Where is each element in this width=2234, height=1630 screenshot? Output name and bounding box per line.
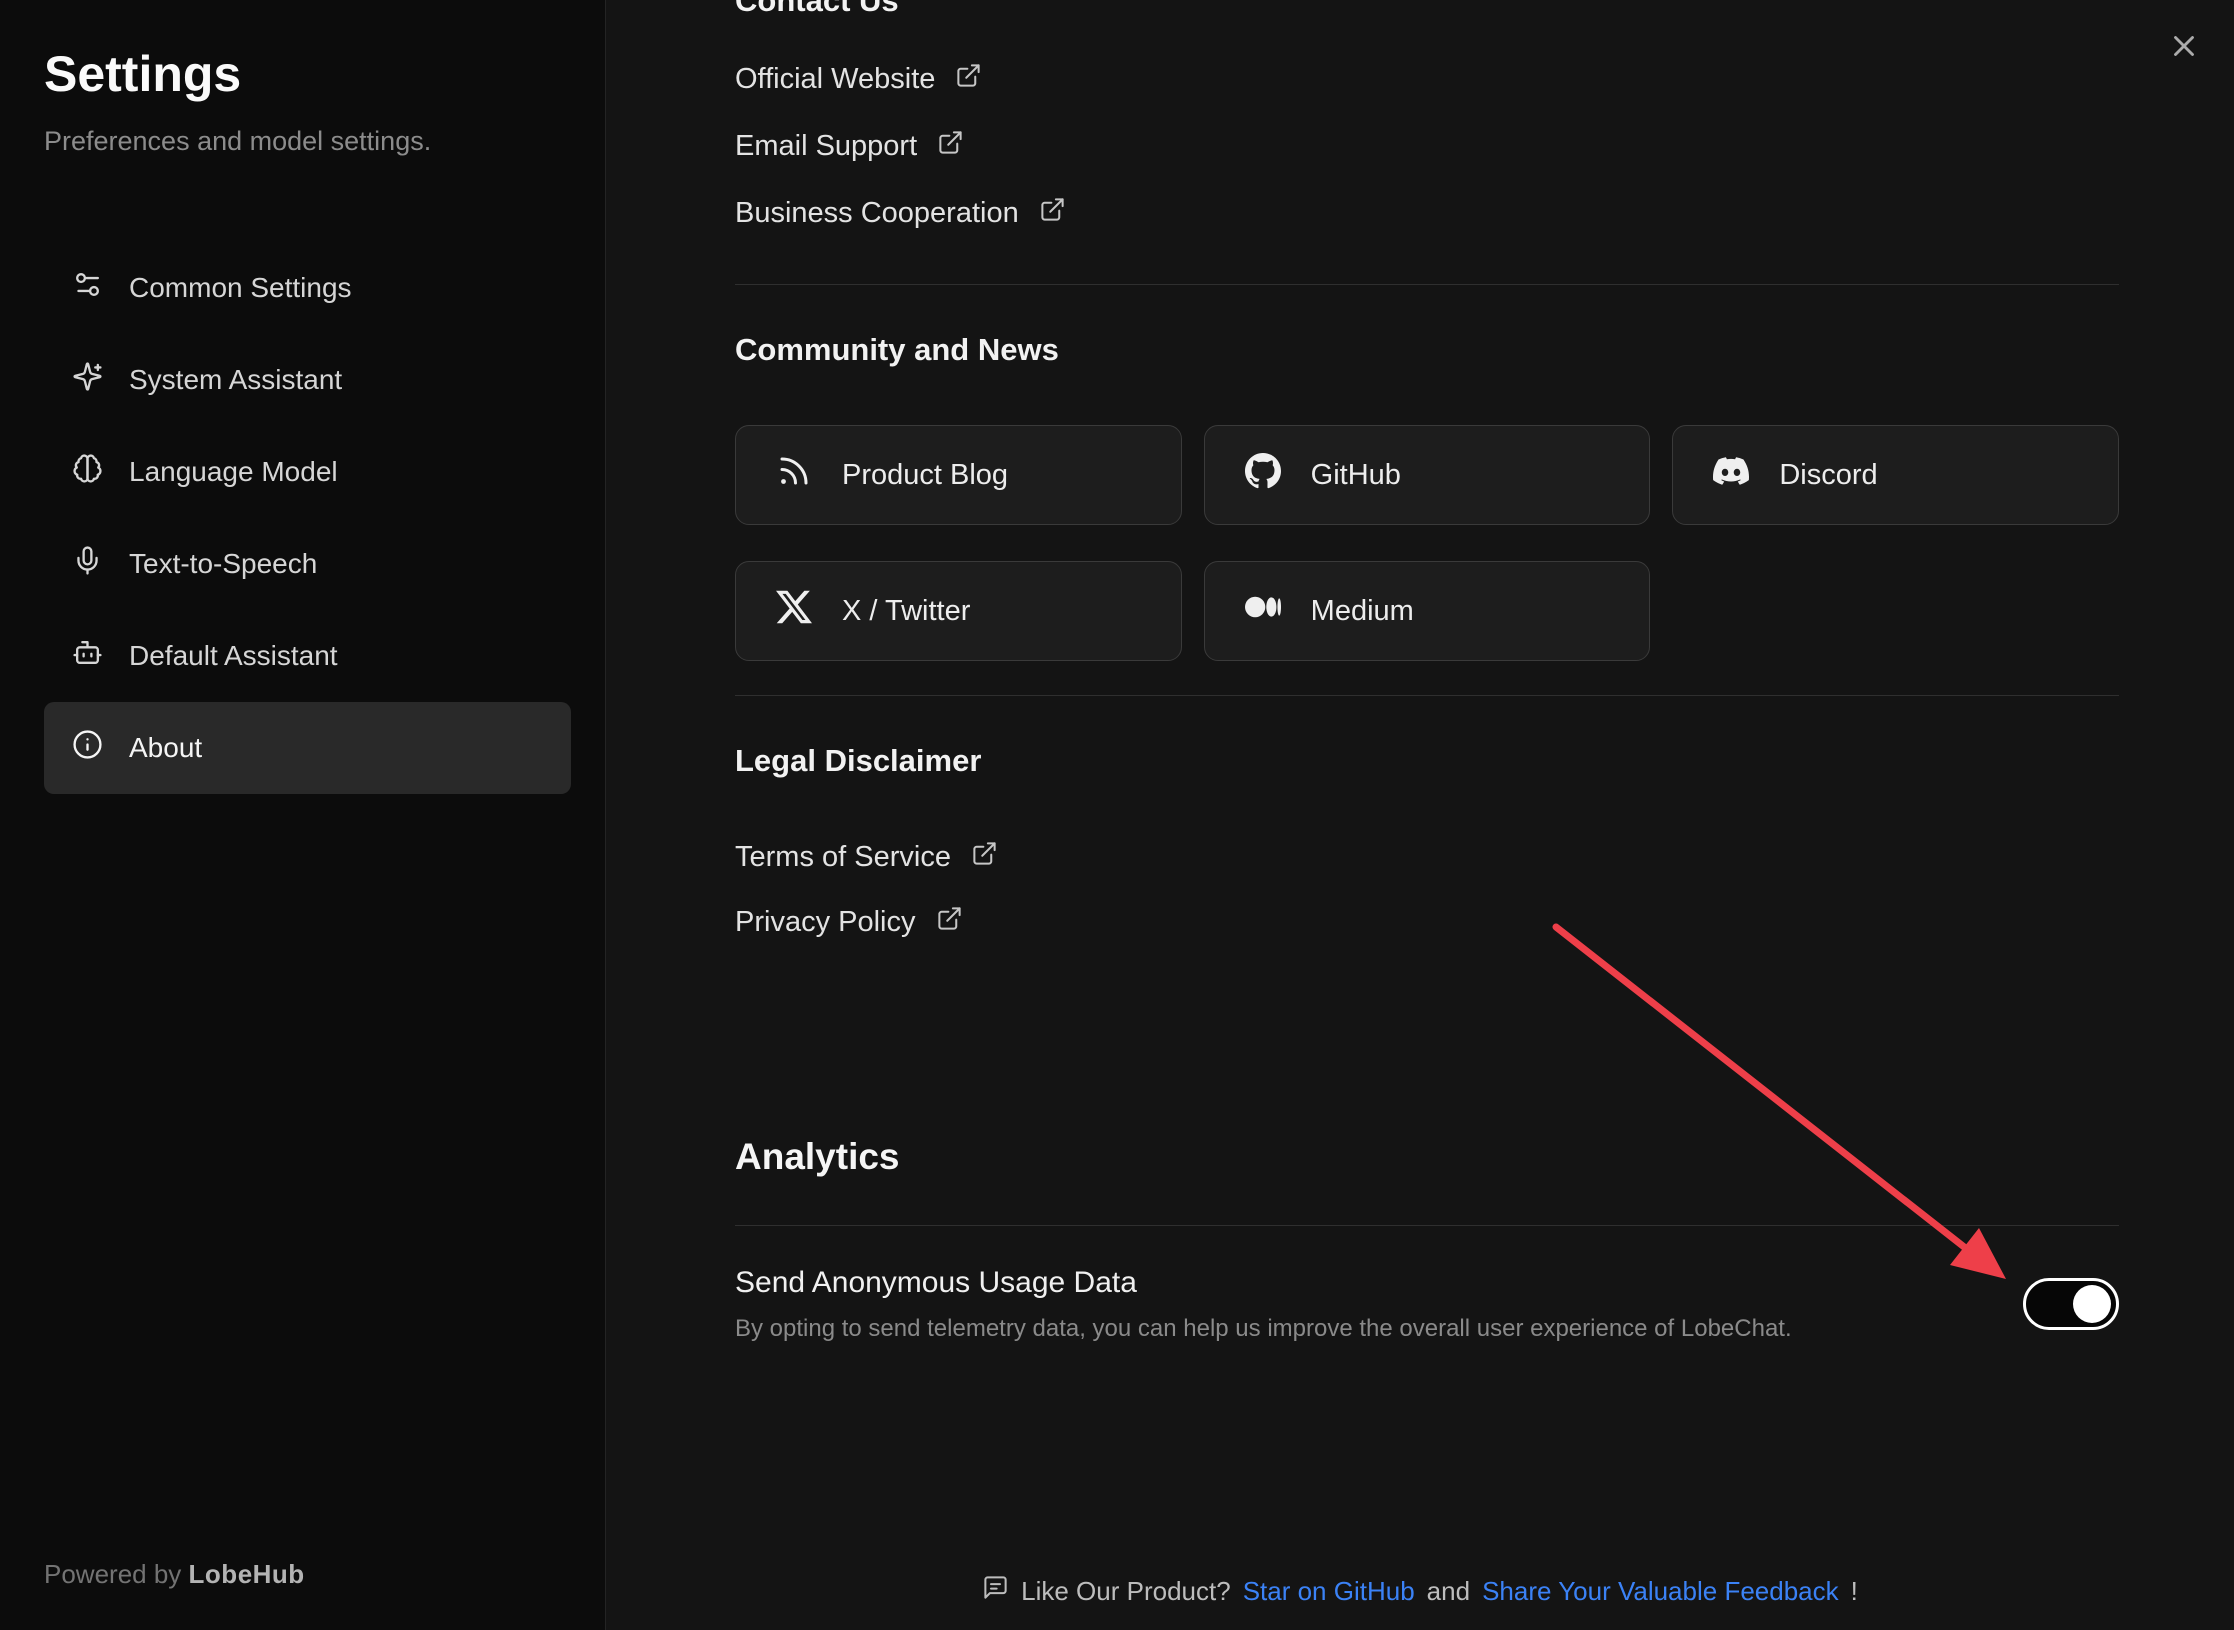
- sparkles-icon: [72, 361, 103, 399]
- link-label: Email Support: [735, 130, 917, 163]
- external-link-icon: [1039, 196, 1066, 231]
- section-divider: [735, 695, 2119, 696]
- external-link-icon: [955, 62, 982, 97]
- brain-icon: [72, 453, 103, 491]
- legal-title: Legal Disclaimer: [735, 740, 2119, 782]
- x-twitter-icon: [776, 589, 812, 633]
- sidebar-item-label: About: [129, 732, 202, 764]
- email-support-link[interactable]: Email Support: [735, 123, 2119, 169]
- github-button[interactable]: GitHub: [1204, 425, 1651, 525]
- sidebar-item-text-to-speech[interactable]: Text-to-Speech: [44, 518, 571, 610]
- sidebar-item-about[interactable]: About: [44, 702, 571, 794]
- community-title: Community and News: [735, 329, 2119, 371]
- telemetry-setting-text: Send Anonymous Usage Data By opting to s…: [735, 1264, 1792, 1344]
- message-square-icon: [982, 1574, 1009, 1608]
- toggle-knob: [2073, 1285, 2111, 1323]
- telemetry-setting-label: Send Anonymous Usage Data: [735, 1264, 1792, 1302]
- button-label: Discord: [1779, 459, 1877, 492]
- powered-by-prefix: Powered by: [44, 1559, 181, 1589]
- button-label: Product Blog: [842, 459, 1008, 492]
- contact-links: Official Website Email Support Business …: [735, 56, 2119, 236]
- legal-links: Terms of Service Privacy Policy: [735, 834, 2119, 945]
- telemetry-setting-description: By opting to send telemetry data, you ca…: [735, 1314, 1792, 1344]
- sidebar-item-language-model[interactable]: Language Model: [44, 426, 571, 518]
- medium-button[interactable]: Medium: [1204, 561, 1651, 661]
- powered-by: Powered by LobeHub: [44, 1559, 571, 1590]
- sidebar-item-label: Common Settings: [129, 272, 352, 304]
- button-label: X / Twitter: [842, 595, 970, 628]
- close-button[interactable]: [2162, 26, 2206, 70]
- community-buttons: Product Blog GitHub Discord X / Twitter …: [735, 425, 2119, 661]
- medium-icon: [1245, 589, 1281, 633]
- x-twitter-button[interactable]: X / Twitter: [735, 561, 1182, 661]
- close-icon: [2167, 29, 2201, 68]
- bot-icon: [72, 637, 103, 675]
- external-link-icon: [937, 129, 964, 164]
- sidebar-item-label: Language Model: [129, 456, 338, 488]
- settings-nav: Common Settings System Assistant Languag…: [44, 242, 571, 794]
- telemetry-setting-row: Send Anonymous Usage Data By opting to s…: [735, 1264, 2119, 1344]
- sidebar-item-label: System Assistant: [129, 364, 342, 396]
- business-cooperation-link[interactable]: Business Cooperation: [735, 190, 2119, 236]
- terms-of-service-link[interactable]: Terms of Service: [735, 834, 2119, 880]
- page-title: Settings: [44, 44, 571, 104]
- link-label: Official Website: [735, 63, 935, 96]
- analytics-title: Analytics: [735, 1133, 2119, 1181]
- footer-suffix: !: [1851, 1576, 1858, 1607]
- mic-icon: [72, 545, 103, 583]
- github-icon: [1245, 453, 1281, 497]
- product-blog-button[interactable]: Product Blog: [735, 425, 1182, 525]
- footer-conjunction: and: [1427, 1576, 1470, 1607]
- link-label: Privacy Policy: [735, 906, 916, 939]
- button-label: Medium: [1311, 595, 1414, 628]
- section-divider: [735, 284, 2119, 285]
- page-subtitle: Preferences and model settings.: [44, 124, 571, 158]
- telemetry-toggle[interactable]: [2023, 1278, 2119, 1330]
- sidebar-item-common-settings[interactable]: Common Settings: [44, 242, 571, 334]
- discord-button[interactable]: Discord: [1672, 425, 2119, 525]
- sidebar-item-label: Text-to-Speech: [129, 548, 317, 580]
- section-divider: [735, 1225, 2119, 1226]
- link-label: Terms of Service: [735, 841, 951, 874]
- settings-sidebar: Settings Preferences and model settings.…: [0, 0, 606, 1630]
- share-feedback-link[interactable]: Share Your Valuable Feedback: [1482, 1576, 1839, 1607]
- feedback-footer: Like Our Product? Star on GitHub and Sha…: [606, 1574, 2234, 1608]
- lobehub-brand: LobeHub: [189, 1559, 305, 1589]
- sidebar-item-system-assistant[interactable]: System Assistant: [44, 334, 571, 426]
- official-website-link[interactable]: Official Website: [735, 56, 2119, 102]
- sidebar-item-label: Default Assistant: [129, 640, 338, 672]
- info-icon: [72, 729, 103, 767]
- external-link-icon: [971, 840, 998, 875]
- button-label: GitHub: [1311, 459, 1401, 492]
- star-on-github-link[interactable]: Star on GitHub: [1243, 1576, 1415, 1607]
- discord-icon: [1713, 453, 1749, 497]
- sidebar-item-default-assistant[interactable]: Default Assistant: [44, 610, 571, 702]
- about-settings-panel: Contact Us Official Website Email Suppor…: [606, 0, 2234, 1630]
- footer-prefix: Like Our Product?: [1021, 1576, 1231, 1607]
- contact-us-title: Contact Us: [735, 0, 2119, 20]
- link-label: Business Cooperation: [735, 197, 1019, 230]
- sliders-icon: [72, 269, 103, 307]
- rss-icon: [776, 453, 812, 497]
- privacy-policy-link[interactable]: Privacy Policy: [735, 899, 2119, 945]
- external-link-icon: [936, 905, 963, 940]
